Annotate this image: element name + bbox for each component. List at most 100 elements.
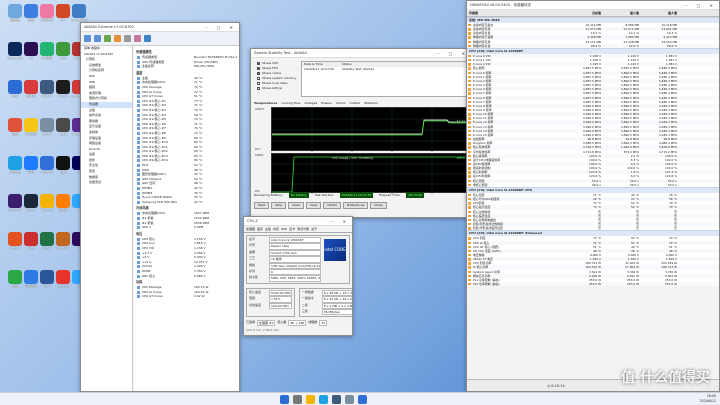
cpu-usage-graph: CPU Usage | CPU Throttling <box>271 153 470 194</box>
stability-button-stop[interactable]: Stop <box>271 202 287 209</box>
cpu-usage-plot <box>272 154 470 194</box>
watermark: 值 什么值得买 <box>621 370 710 386</box>
graph-tab[interactable]: Unified <box>350 101 361 105</box>
stability-button-clear[interactable]: Clear <box>288 202 305 209</box>
window-controls[interactable]: – ✕ <box>331 217 350 225</box>
sidebar-tree-item[interactable]: 性能测试 <box>81 180 132 186</box>
graph-tab[interactable]: Voltages <box>304 101 317 105</box>
cpuz-selection-label: 线程数 <box>308 320 318 325</box>
stress-options[interactable]: Stress CPU Stress FPU Stress cache Stress s… <box>254 61 299 91</box>
report-icon[interactable] <box>114 35 121 42</box>
cpuz-tab[interactable]: 显卡 <box>289 227 295 231</box>
test-started-value: 2024/6/11 10:07:56 <box>339 192 374 198</box>
hwinfo-window[interactable]: HWiNFO64 v8.00-5400 - 传感器状态 – ▢ ✕ 传感器 当前… <box>466 0 720 392</box>
graph-tab[interactable]: Statistics <box>364 101 378 105</box>
cpuz-field-value: 36 MBytes <box>321 309 352 316</box>
checkbox-icon[interactable] <box>257 87 260 90</box>
col-sensor[interactable]: 传感器 <box>467 10 565 16</box>
back-icon[interactable] <box>84 35 91 42</box>
sensor-current: 否 <box>598 226 601 231</box>
stability-button-save[interactable]: Save <box>306 202 322 209</box>
cpuz-version: CPU-Z Ver. 2.09.0.x64 <box>246 328 279 333</box>
cpuz-field-row: 总线速度 100.00 MHz <box>249 302 292 310</box>
cpuz-tab[interactable]: 主板 <box>265 227 271 231</box>
checkbox-icon[interactable] <box>257 62 260 65</box>
sensor-name: CPU GT Cores <box>136 294 194 299</box>
sensor-value: MSI MS-7D89 <box>194 64 214 69</box>
stability-button-close[interactable]: Close <box>370 202 387 209</box>
sensor-current: 28.9 % <box>590 43 601 48</box>
checkbox-icon[interactable] <box>257 72 260 75</box>
edge-icon[interactable] <box>319 395 328 404</box>
col-min[interactable]: 最小值 <box>603 10 641 16</box>
start-icon[interactable] <box>280 395 289 404</box>
sensor-name: PL2 功率限制 (静态) <box>467 282 565 286</box>
col-current[interactable]: 当前值 <box>565 10 603 16</box>
stability-button-preferences[interactable]: Preferences <box>342 202 369 209</box>
col-max[interactable]: 最大值 <box>641 10 679 16</box>
hwinfo-task-icon[interactable] <box>358 395 367 404</box>
cpuz-tab[interactable]: 处理器 <box>246 227 255 231</box>
file-explorer-icon[interactable] <box>306 395 315 404</box>
log-time: 2024/6/11 10:07:56 <box>304 67 334 71</box>
stability-titlebar[interactable]: System Stability Test - AIDA64 – ▢ ✕ <box>251 49 471 58</box>
cpuz-selection-value: 32 <box>319 320 328 327</box>
cpuz-tabs[interactable]: 处理器 缓存 主板 内存 SPD 显卡 测试分数 关于 <box>244 226 352 233</box>
cpuz-selection-row: 已选择 处理器 #1 核心数 8P + 16E 线程数 32 <box>244 319 352 327</box>
cpuz-tab[interactable]: 内存 <box>273 227 279 231</box>
bios-update-icon[interactable] <box>124 35 131 42</box>
window-controls[interactable]: – ▢ ✕ <box>205 23 237 31</box>
stability-button-start[interactable]: Start <box>254 202 270 209</box>
sensor-name: Samsung SSD 990 PRO <box>136 200 194 205</box>
cpuz-selection-label: 已选择 <box>246 320 256 325</box>
checkbox-icon[interactable] <box>257 77 260 80</box>
hwinfo-columns[interactable]: 传感器 当前值 最小值 最大值 <box>467 10 719 17</box>
aida64-titlebar[interactable]: AIDA64 Extreme v7.00.6700 – ▢ ✕ <box>81 23 239 32</box>
cpuz-field-label: 三级 <box>301 309 308 314</box>
intel-core-i9-logo: intel CORE i9 <box>324 239 346 274</box>
cpuz-tab[interactable]: 关于 <box>311 227 317 231</box>
graph-tab[interactable]: Powers <box>321 101 332 105</box>
intel-logo-text: intel CORE i9 <box>324 247 346 274</box>
window-controls[interactable]: – ▢ ✕ <box>437 49 469 57</box>
cpuz-selection-value[interactable]: 处理器 #1 <box>257 320 276 327</box>
graph-tabs[interactable]: Temperatures Cooling Fans Voltages Powers Cl… <box>254 101 378 105</box>
forward-icon[interactable] <box>94 35 101 42</box>
refresh-icon[interactable] <box>104 35 111 42</box>
sensor-min: 253.0 W <box>626 282 639 287</box>
test-started-label: Test Started: <box>314 193 334 197</box>
aida64-task-icon[interactable] <box>332 395 341 404</box>
search-icon[interactable] <box>293 395 302 404</box>
cpuz-window[interactable]: CPU-Z – ✕ 处理器 缓存 主板 内存 SPD 显卡 测试分数 关于 intel COR… <box>243 216 353 336</box>
sensor-max: 28.9 % <box>666 43 677 48</box>
cpuz-cache-group: 一级数据8 x 48 KB + 16 x 32 KB一级指令8 x 32 KB … <box>298 287 352 318</box>
cpuz-tab[interactable]: 测试分数 <box>297 227 309 231</box>
system-clock[interactable]: 18:09 2024/6/11 <box>700 394 716 404</box>
sensor-row[interactable]: PL2 功率限制 (静态) 253.0 W 253.0 W 253.0 W <box>467 282 719 287</box>
graph-tab[interactable]: Temperatures <box>254 101 277 105</box>
hwinfo-titlebar[interactable]: HWiNFO64 v8.00-5400 - 传感器状态 – ▢ ✕ <box>467 1 719 10</box>
aida64-window[interactable]: AIDA64 Extreme v7.00.6700 – ▢ ✕ 菜单 收藏夹 AI… <box>80 22 240 392</box>
sensor-current: 46.0 x <box>591 182 601 187</box>
sensor-name: GPU 核心 <box>136 274 194 279</box>
stability-test-window[interactable]: System Stability Test - AIDA64 – ▢ ✕ Str… <box>250 48 472 218</box>
benchmark-icon[interactable] <box>134 35 141 42</box>
cpuz-task-icon[interactable] <box>345 395 354 404</box>
checkbox-icon[interactable] <box>257 82 260 85</box>
stability-button-cpuid[interactable]: CPUID <box>323 202 341 209</box>
sensor-current: 253.0 W <box>588 282 601 287</box>
stability-icon[interactable] <box>144 35 151 42</box>
hwinfo-sensor-table[interactable]: 系统: MSI MS-7D89 虚拟内存已提交 10,116 MB 8,686 MB 1… <box>467 17 719 287</box>
cpuz-field-row: 指令集 MMX, SSE, SSE2, SSE3, SSSE3, SSE4.1, … <box>249 275 321 282</box>
window-controls[interactable]: – ▢ ✕ <box>685 1 717 9</box>
checkbox-icon[interactable] <box>257 67 260 70</box>
cpuz-titlebar[interactable]: CPU-Z – ✕ <box>244 217 352 226</box>
graph1-current: 71 72 <box>456 119 465 123</box>
aida64-sidebar-tree[interactable]: 菜单 收藏夹 AIDA64 v7.00.6700 计算机 系统概述 计算机名称 DMI IP… <box>81 46 133 391</box>
cpuz-tab[interactable]: SPD <box>281 227 287 231</box>
stress-checkbox[interactable]: Stress GPU(s) <box>254 86 299 91</box>
aida64-sensor-list: 传感器属性传感器类型Nuvoton NCT6687D-M (ISA A20h)G… <box>134 46 239 391</box>
graph-tab[interactable]: Cooling Fans <box>281 101 300 105</box>
graph-tab[interactable]: Clocks <box>336 101 346 105</box>
cpuz-tab[interactable]: 缓存 <box>257 227 263 231</box>
